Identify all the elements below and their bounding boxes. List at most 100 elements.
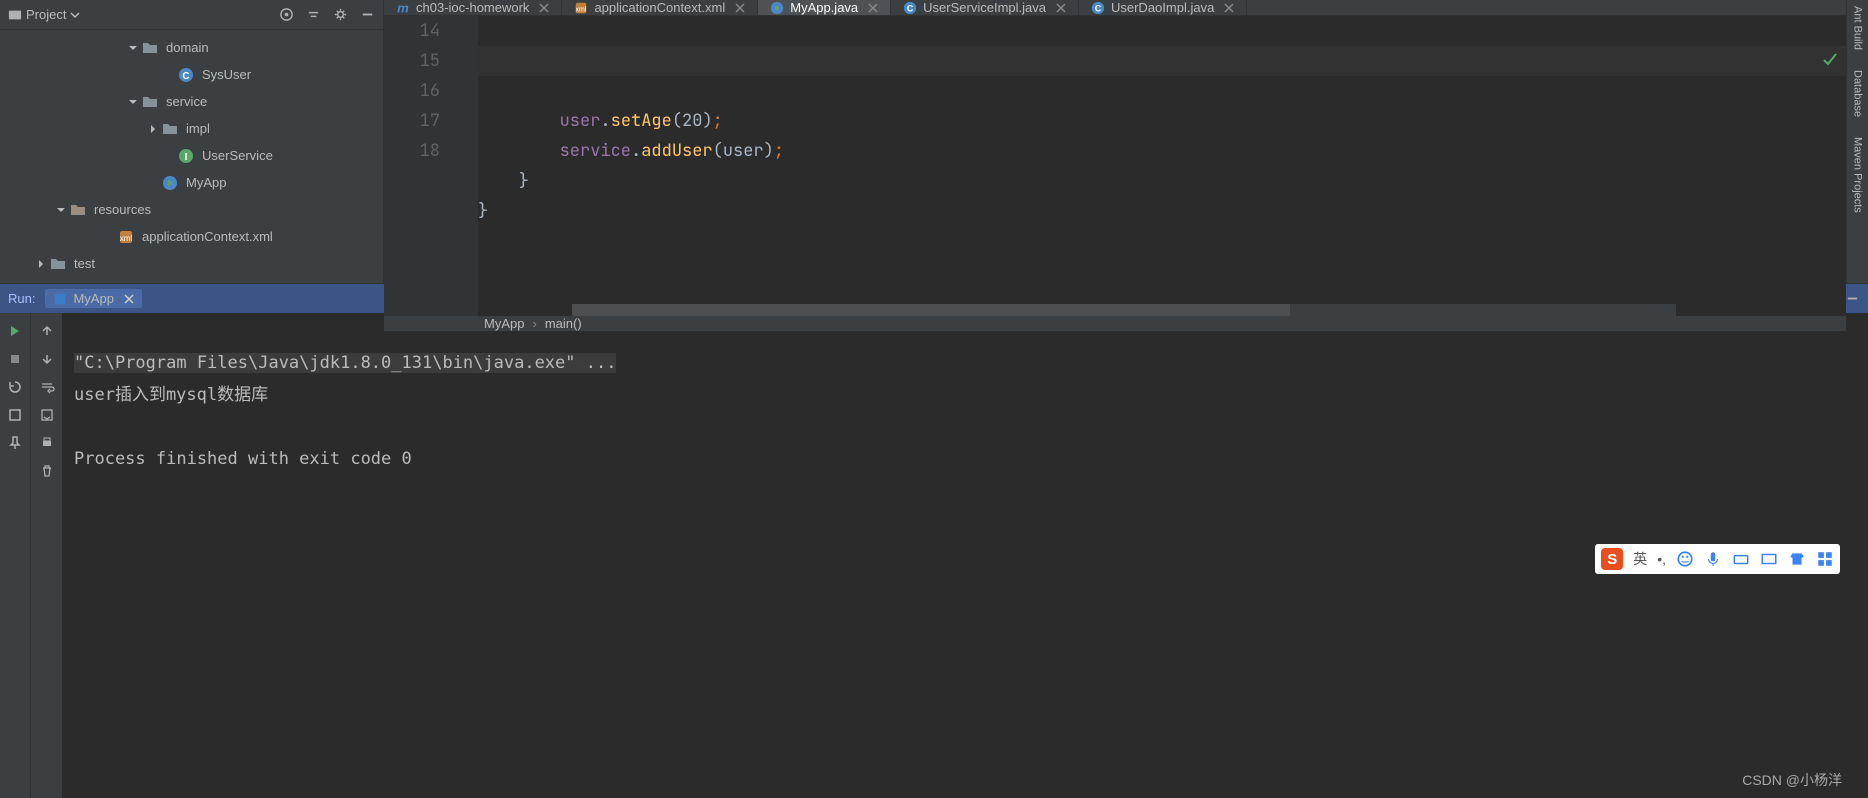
code-line: }	[478, 166, 1846, 196]
tree-item[interactable]: domain	[0, 34, 383, 61]
interface-icon: I	[178, 148, 194, 164]
check-icon	[1822, 52, 1838, 68]
code-area[interactable]: user.setAge(20); service.addUser(user); …	[478, 16, 1846, 316]
xml-icon: xml	[118, 229, 134, 245]
svg-text:I: I	[185, 152, 188, 163]
scroll-button[interactable]	[35, 403, 59, 427]
console-cmd: "C:\Program Files\Java\jdk1.8.0_131\bin\…	[74, 353, 616, 373]
input-icon[interactable]	[1760, 550, 1778, 568]
app-icon	[53, 292, 67, 306]
horizontal-scrollbar[interactable]	[572, 304, 1676, 316]
code-line: user.setAge(20);	[478, 106, 1846, 136]
svg-text:C: C	[907, 3, 914, 13]
rail-label: Maven Projects	[1852, 137, 1864, 213]
folder-icon	[142, 40, 158, 56]
tree-item-label: domain	[166, 40, 209, 55]
restart-button[interactable]	[3, 375, 27, 399]
editor-tab[interactable]: m ch03-ioc-homework	[384, 0, 562, 15]
tree-item[interactable]: MyApp	[0, 169, 383, 196]
close-icon[interactable]	[1056, 3, 1066, 13]
close-icon[interactable]	[868, 3, 878, 13]
emoji-icon[interactable]	[1676, 550, 1694, 568]
close-icon[interactable]	[1224, 3, 1234, 13]
grid-icon[interactable]	[1816, 550, 1834, 568]
chevron-down-icon	[70, 10, 80, 20]
down-button[interactable]	[35, 347, 59, 371]
class-c-icon: C	[178, 67, 194, 83]
project-icon	[8, 8, 22, 22]
svg-text:xml: xml	[576, 6, 587, 13]
tree-item[interactable]: impl	[0, 115, 383, 142]
up-button[interactable]	[35, 319, 59, 343]
line-number: 16	[384, 76, 440, 106]
mic-icon[interactable]	[1704, 550, 1722, 568]
tree-item-label: MyApp	[186, 175, 226, 190]
print-button[interactable]	[35, 431, 59, 455]
minimize-icon[interactable]	[360, 7, 375, 22]
tree-item[interactable]: resources	[0, 196, 383, 223]
rail-item-maven-projects[interactable]: Maven Projects	[1852, 137, 1864, 213]
ime-toolbar[interactable]: S 英 •,	[1595, 544, 1840, 574]
project-title-label: Project	[26, 7, 66, 22]
minimize-icon[interactable]	[1845, 291, 1860, 306]
run-tab[interactable]: MyApp	[45, 289, 141, 308]
sogou-logo-icon[interactable]: S	[1601, 548, 1623, 570]
tab-label: ch03-ioc-homework	[416, 0, 529, 15]
keyboard-icon[interactable]	[1732, 550, 1750, 568]
editor-tab[interactable]: xmlapplicationContext.xml	[562, 0, 758, 15]
rerun-button[interactable]	[3, 319, 27, 343]
skin-icon[interactable]	[1788, 550, 1806, 568]
folder-res-icon	[70, 202, 86, 218]
editor-body[interactable]: 1415161718 user.setAge(20); service.addU…	[384, 16, 1846, 316]
editor-tab[interactable]: MyApp.java	[758, 0, 891, 15]
gear-icon[interactable]	[333, 7, 348, 22]
collapse-icon[interactable]	[306, 7, 321, 22]
line-gutter: 1415161718	[384, 16, 462, 316]
editor-tab[interactable]: CUserDaoImpl.java	[1079, 0, 1247, 15]
tree-item-label: impl	[186, 121, 210, 136]
tree-item[interactable]: xmlapplicationContext.xml	[0, 223, 383, 250]
pin-button[interactable]	[3, 431, 27, 455]
console-line: user插入到mysql数据库	[74, 385, 268, 405]
class-c-icon: C	[903, 1, 917, 15]
watermark: CSDN @小杨洋	[1742, 770, 1842, 790]
wrap-button[interactable]	[35, 375, 59, 399]
line-number: 15	[384, 46, 440, 76]
project-tree[interactable]: domain C SysUser service impl IUserService MyA…	[0, 30, 383, 283]
project-panel: Project domain C SysUser service impl IUserSe…	[0, 0, 384, 283]
editor-tabs: m ch03-ioc-homework xmlapplicationContext.…	[384, 0, 1846, 16]
code-line: service.addUser(user);	[478, 136, 1846, 166]
close-icon[interactable]	[124, 294, 134, 304]
tab-label: UserServiceImpl.java	[923, 0, 1046, 15]
folder-icon	[50, 256, 66, 272]
project-dropdown[interactable]: Project	[8, 7, 80, 22]
tree-item[interactable]: test	[0, 250, 383, 277]
tree-item[interactable]: C SysUser	[0, 61, 383, 88]
rail-item-ant-build[interactable]: Ant Build	[1852, 6, 1864, 50]
maven-icon: m	[396, 1, 410, 15]
run-panel: Run: MyApp "C:\Program Files\Java\jdk1	[0, 283, 1868, 798]
stop-button[interactable]	[3, 347, 27, 371]
ime-punct[interactable]: •,	[1657, 551, 1666, 567]
target-icon[interactable]	[279, 7, 294, 22]
editor-tab[interactable]: C UserServiceImpl.java	[891, 0, 1079, 15]
current-line-highlight	[478, 46, 1846, 76]
exit-button[interactable]	[3, 403, 27, 427]
console-line: Process finished with exit code 0	[74, 449, 412, 469]
trash-button[interactable]	[35, 459, 59, 483]
tree-item-label: SysUser	[202, 67, 251, 82]
run-tab-label: MyApp	[73, 291, 113, 306]
ime-lang[interactable]: 英	[1633, 549, 1647, 569]
close-icon[interactable]	[735, 3, 745, 13]
tree-item[interactable]: service	[0, 88, 383, 115]
right-tool-rail: Ant Build Database Maven Projects	[1846, 0, 1868, 283]
tree-item-label: test	[74, 256, 95, 271]
line-number: 14	[384, 16, 440, 46]
svg-text:C: C	[182, 71, 189, 82]
rail-label: Ant Build	[1852, 6, 1864, 50]
rail-item-database[interactable]: Database	[1852, 70, 1864, 117]
fold-bar[interactable]	[462, 16, 478, 316]
tree-item[interactable]: IUserService	[0, 142, 383, 169]
close-icon[interactable]	[539, 3, 549, 13]
folder-icon	[142, 94, 158, 110]
